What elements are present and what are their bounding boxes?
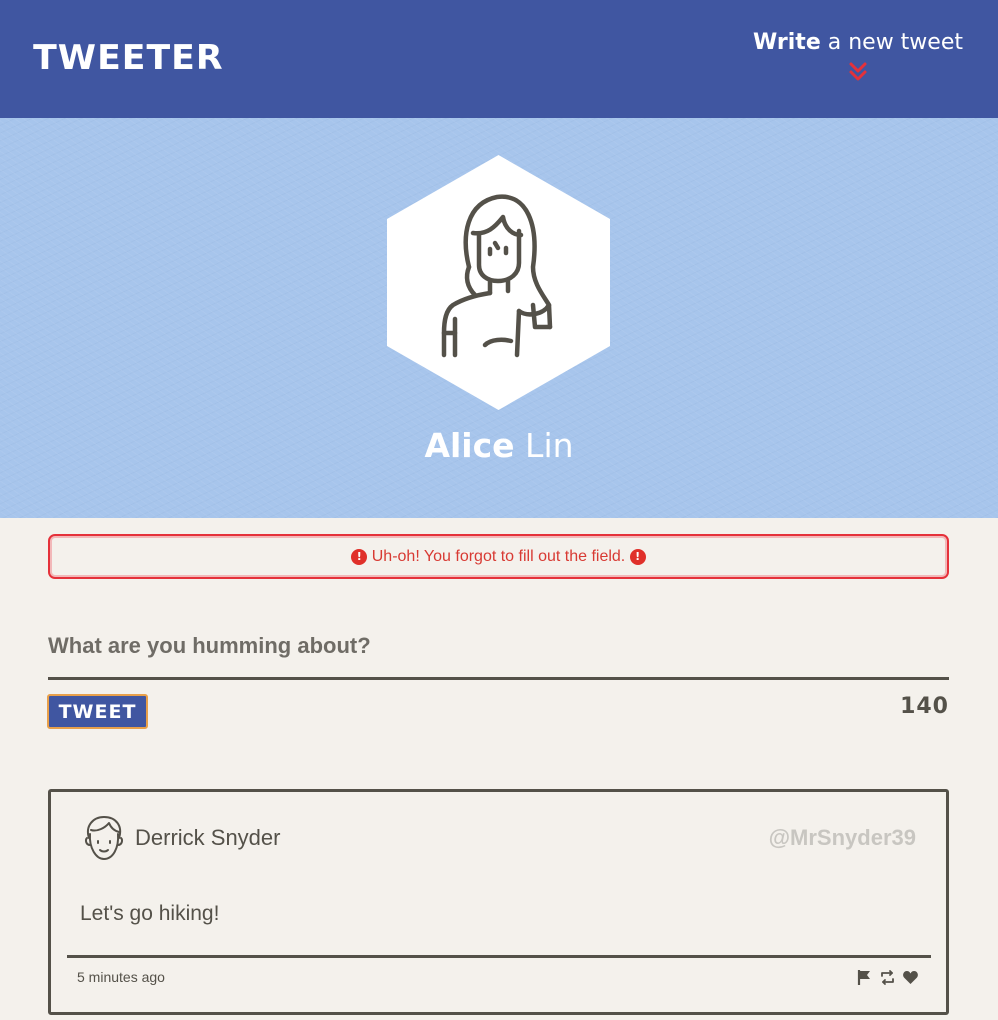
retweet-icon[interactable]	[879, 969, 896, 986]
woman-avatar-icon	[387, 155, 610, 410]
profile-last-name: Lin	[514, 426, 574, 465]
tweet-author-name[interactable]: Derrick Snyder	[135, 825, 280, 851]
top-nav: TWEETER Write a new tweet	[0, 0, 998, 118]
exclamation-circle-icon: !	[629, 549, 646, 565]
double-chevron-down-icon[interactable]	[848, 61, 868, 83]
flag-icon[interactable]	[856, 969, 873, 986]
tweet-divider	[67, 955, 931, 958]
exclamation-circle-icon: !	[351, 549, 368, 565]
man-avatar-icon	[85, 816, 123, 860]
write-new-tweet-label[interactable]: Write a new tweet	[753, 30, 963, 55]
profile-name: Alice Lin	[0, 426, 998, 465]
error-message: ! Uh-oh! You forgot to fill out the fiel…	[48, 534, 949, 579]
profile-header: Alice Lin	[0, 118, 998, 518]
heart-icon[interactable]	[902, 969, 919, 986]
tweet-card: Derrick Snyder @MrSnyder39 Let's go hiki…	[48, 789, 949, 1015]
tweet-author-handle[interactable]: @MrSnyder39	[769, 825, 916, 851]
write-label-bold: Write	[753, 30, 821, 55]
tweet-button[interactable]: TWEET	[47, 694, 148, 729]
tweet-actions	[856, 968, 919, 986]
error-text: Uh-oh! You forgot to fill out the field.	[367, 548, 630, 565]
character-counter: 140	[900, 694, 949, 719]
write-new-tweet-toggle[interactable]: Write a new tweet	[753, 30, 963, 83]
profile-avatar	[387, 155, 610, 410]
profile-first-name: Alice	[424, 426, 515, 465]
tweet-timestamp: 5 minutes ago	[77, 969, 165, 985]
write-label-rest: a new tweet	[820, 30, 963, 55]
tweet-input[interactable]	[48, 627, 949, 680]
app-logo[interactable]: TWEETER	[33, 38, 223, 78]
tweet-content: Let's go hiking!	[80, 902, 220, 925]
